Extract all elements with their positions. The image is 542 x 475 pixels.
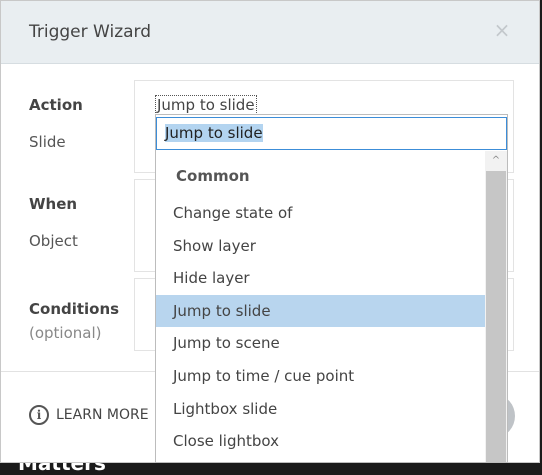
scroll-thumb[interactable] (486, 171, 506, 462)
scroll-up-icon[interactable]: ^ (485, 151, 507, 171)
learn-more-link[interactable]: i LEARN MORE (29, 405, 149, 425)
conditions-hint: (optional) (29, 324, 102, 342)
slide-label: Slide (29, 133, 66, 151)
close-icon[interactable]: × (492, 20, 512, 40)
dialog-header: Trigger Wizard × (1, 1, 539, 64)
dropdown-option[interactable]: Close lightbox (156, 425, 485, 458)
dropdown-option[interactable]: Change state of (156, 197, 485, 230)
dropdown-option[interactable]: Jump to scene (156, 327, 485, 360)
action-dropdown: Jump to slide Common Change state of Sho… (155, 114, 508, 463)
conditions-label: Conditions (29, 300, 120, 318)
dropdown-option[interactable]: Show layer (156, 230, 485, 263)
when-label: When (29, 195, 78, 213)
dropdown-option[interactable]: Jump to time / cue point (156, 360, 485, 393)
dropdown-option[interactable]: Hide layer (156, 262, 485, 295)
action-select[interactable]: Jump to slide (155, 95, 257, 115)
learn-more-label: LEARN MORE (56, 407, 149, 423)
dropdown-option[interactable]: Jump to slide (156, 294, 485, 328)
dropdown-group-header: Common (176, 167, 250, 185)
dropdown-scrollbar[interactable]: ^ (485, 151, 507, 462)
dropdown-option[interactable]: Lightbox slide (156, 393, 485, 426)
action-label: Action (29, 96, 83, 114)
dropdown-search-text: Jump to slide (165, 124, 263, 142)
info-circle-icon: i (29, 405, 49, 425)
dropdown-search-input[interactable]: Jump to slide (156, 117, 507, 150)
dropdown-option-list: Change state of Show layer Hide layer Ju… (156, 197, 485, 458)
object-label: Object (29, 232, 78, 250)
dialog-title: Trigger Wizard (29, 22, 152, 42)
